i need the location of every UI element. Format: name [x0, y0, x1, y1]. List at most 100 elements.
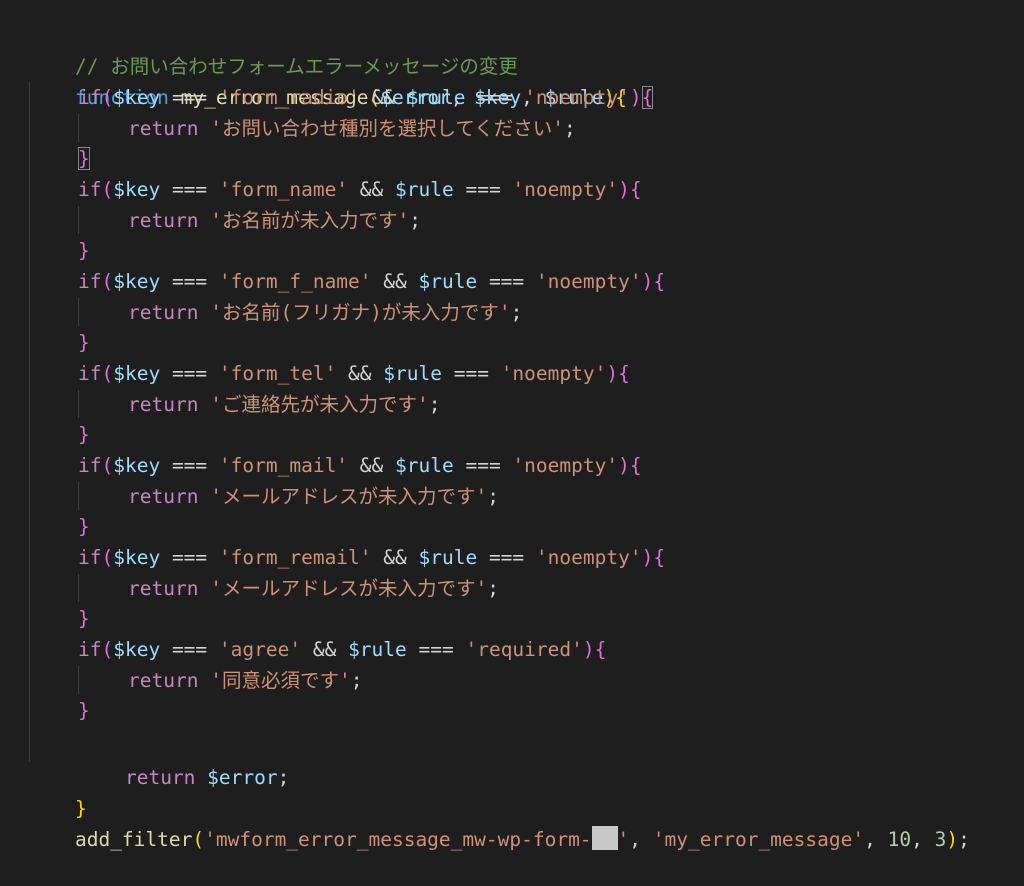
- code-line-if-close-6[interactable]: }: [78, 603, 90, 634]
- paren-open: (: [101, 270, 114, 293]
- semicolon: ;: [510, 301, 523, 324]
- return-keyword: return: [128, 393, 199, 416]
- if-keyword: if: [78, 638, 102, 661]
- rule-string: 'noempty': [500, 362, 607, 385]
- and-operator: &&: [348, 178, 396, 201]
- strict-equals-operator: ===: [441, 362, 501, 385]
- indent-guide-block-6: [78, 574, 79, 602]
- error-message-string: 'メールアドレスが未入力です': [210, 485, 488, 508]
- code-line-if-3[interactable]: if($key === 'form_f_name' && $rule === '…: [78, 266, 665, 297]
- if-keyword: if: [78, 362, 102, 385]
- semicolon: ;: [958, 828, 970, 851]
- paren-close: ): [641, 546, 654, 569]
- return-keyword: return: [124, 766, 196, 789]
- code-line-return-2[interactable]: return 'お名前が未入力です';: [128, 205, 421, 236]
- and-operator: &&: [301, 638, 349, 661]
- brace-close: }: [78, 331, 90, 354]
- code-line-return-4[interactable]: return 'ご連絡先が未入力です';: [128, 389, 440, 420]
- code-line-function-close[interactable]: }: [28, 762, 87, 820]
- rule-var: $rule: [406, 86, 466, 109]
- error-message-string: 'お名前が未入力です': [210, 209, 410, 232]
- strict-equals-operator: ===: [406, 638, 466, 661]
- code-line-return-3[interactable]: return 'お名前(フリガナ)が未入力です';: [128, 297, 522, 328]
- paren-open: (: [101, 86, 114, 109]
- code-line-add-filter[interactable]: add_filter('mwform_error_message_mw-wp-f…: [28, 793, 970, 851]
- key-var: $key: [113, 86, 161, 109]
- code-line-return-6[interactable]: return 'メールアドレスが未入力です';: [128, 573, 499, 604]
- indent-guide-outer: [29, 82, 30, 762]
- code-line-comment[interactable]: // お問い合わせフォームエラーメッセージの変更: [28, 20, 518, 78]
- paren-open: (: [101, 546, 114, 569]
- key-string: 'form_name': [218, 178, 349, 201]
- return-keyword: return: [128, 117, 199, 140]
- brace-close: }: [78, 147, 90, 170]
- rule-var: $rule: [348, 638, 407, 661]
- indent-guide-block-7: [78, 666, 79, 694]
- rule-var: $rule: [395, 454, 454, 477]
- return-keyword: return: [128, 301, 199, 324]
- brace-close: }: [78, 699, 90, 722]
- paren-open: (: [101, 638, 114, 661]
- brace-close: }: [78, 607, 90, 630]
- code-line-if-7[interactable]: if($key === 'agree' && $rule === 'requir…: [78, 634, 606, 665]
- code-line-if-5[interactable]: if($key === 'form_mail' && $rule === 'no…: [78, 450, 642, 481]
- paren-close: ): [629, 86, 642, 109]
- strict-equals-operator: ===: [465, 86, 525, 109]
- paren-open: (: [192, 828, 205, 851]
- rule-var: $rule: [418, 546, 478, 569]
- code-line-return-7[interactable]: return '同意必須です';: [128, 665, 362, 696]
- code-line-if-close-4[interactable]: }: [78, 419, 90, 450]
- brace-open: {: [641, 86, 654, 109]
- and-operator: &&: [336, 362, 384, 385]
- rule-string: 'noempty': [535, 270, 642, 293]
- return-keyword: return: [128, 485, 199, 508]
- indent-guide-block-4: [78, 390, 79, 418]
- priority-number: 10: [887, 828, 912, 851]
- error-message-string: 'お問い合わせ種別を選択してください': [210, 117, 565, 140]
- code-line-if-close-2[interactable]: }: [78, 235, 90, 266]
- paren-close: ): [606, 362, 619, 385]
- code-line-return-error[interactable]: return $error;: [78, 731, 289, 789]
- rule-string: 'noempty': [512, 178, 619, 201]
- paren-close: ): [641, 270, 654, 293]
- strict-equals-operator: ===: [160, 270, 219, 293]
- paren-close: ): [946, 828, 959, 851]
- and-operator: &&: [348, 454, 396, 477]
- return-keyword: return: [128, 669, 199, 692]
- callback-name: 'my_error_message': [652, 828, 865, 851]
- code-line-if-close-3[interactable]: }: [78, 327, 90, 358]
- code-line-if-close-7[interactable]: }: [78, 695, 90, 726]
- key-var: $key: [113, 546, 161, 569]
- rule-string: 'required': [465, 638, 583, 661]
- rule-string: 'noempty': [524, 86, 630, 109]
- strict-equals-operator: ===: [453, 178, 513, 201]
- code-line-function-decl[interactable]: function my_error_message($error, $key, …: [28, 51, 627, 109]
- separator: ,: [864, 828, 888, 851]
- key-string: 'form_radio': [218, 86, 360, 109]
- code-line-return-1[interactable]: return 'お問い合わせ種別を選択してください';: [128, 113, 576, 144]
- code-line-if-2[interactable]: if($key === 'form_name' && $rule === 'no…: [78, 174, 642, 205]
- if-keyword: if: [78, 546, 102, 569]
- indent-guide-block-1: [78, 114, 79, 142]
- code-line-if-4[interactable]: if($key === 'form_tel' && $rule === 'noe…: [78, 358, 630, 389]
- strict-equals-operator: ===: [160, 362, 219, 385]
- rule-var: $rule: [418, 270, 478, 293]
- code-editor[interactable]: // お問い合わせフォームエラーメッセージの変更 function my_err…: [0, 0, 1024, 851]
- code-line-if-close-1[interactable]: }: [78, 143, 90, 174]
- brace-open: {: [618, 362, 630, 385]
- code-line-if-1[interactable]: if($key === 'form_radio' && $rule === 'n…: [78, 82, 654, 113]
- semicolon: ;: [350, 669, 363, 692]
- rule-string: 'noempty': [512, 454, 619, 477]
- rule-string: 'noempty': [535, 546, 642, 569]
- key-var: $key: [113, 454, 161, 477]
- redacted-block: [591, 826, 618, 850]
- brace-close: }: [78, 515, 90, 538]
- code-line-if-6[interactable]: if($key === 'form_remail' && $rule === '…: [78, 542, 665, 573]
- code-line-return-5[interactable]: return 'メールアドレスが未入力です';: [128, 481, 499, 512]
- error-message-string: 'メールアドレスが未入力です': [210, 577, 488, 600]
- key-string: 'agree': [218, 638, 302, 661]
- and-operator: &&: [371, 546, 419, 569]
- code-line-if-close-5[interactable]: }: [78, 511, 90, 542]
- semicolon: ;: [277, 766, 290, 789]
- hook-name-suffix: ': [617, 828, 630, 851]
